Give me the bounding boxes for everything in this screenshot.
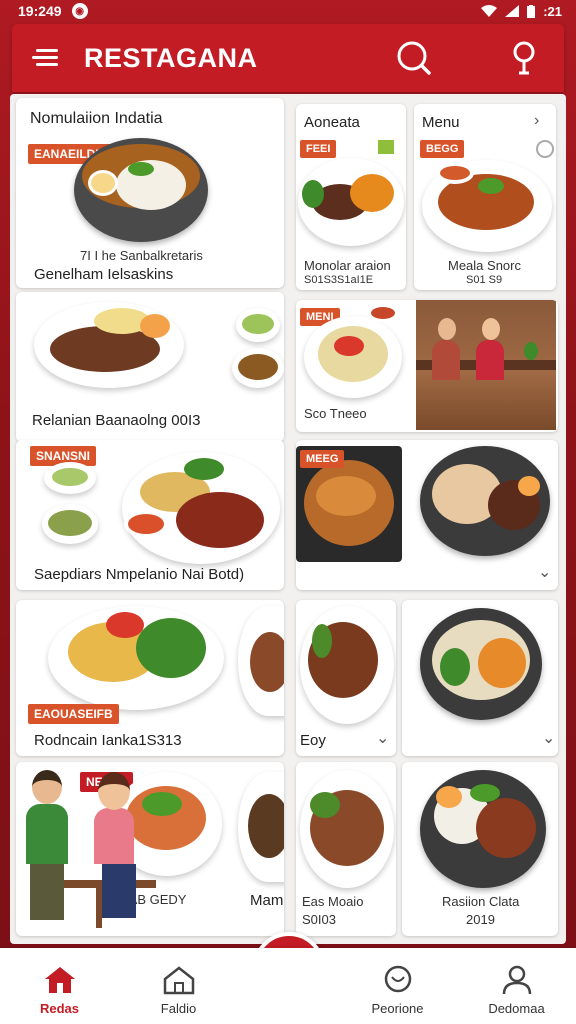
card-line-2: S01 S9 — [466, 274, 503, 286]
tomatoes — [334, 336, 364, 356]
info-icon — [536, 140, 554, 158]
menu-card-3[interactable]: Menu › BEGG Meala Snorc S01 S9 — [414, 104, 556, 290]
tomatoes — [106, 612, 144, 638]
card-line-2: 2019 — [466, 912, 495, 927]
garnish — [478, 178, 504, 194]
card-line-2: Genelham Ielsaskins — [34, 266, 174, 283]
meat-balls — [176, 492, 264, 548]
status-right-text: :21 — [543, 3, 562, 19]
card-tag: BEGG — [420, 140, 465, 158]
card-line-1: Eas Moaio — [302, 894, 364, 909]
card-line-1: Monolar araion — [304, 258, 391, 273]
nav-label: Faldio — [160, 1001, 197, 1016]
sauce-bowl — [124, 510, 168, 538]
chevron-down-icon[interactable]: ⌄ — [376, 728, 389, 748]
carrots — [478, 638, 526, 688]
card-title: Menu — [422, 114, 460, 131]
card-line-2: S0I03 — [302, 912, 336, 927]
diners-photo — [416, 300, 556, 430]
sauce-cup — [368, 304, 398, 322]
status-bar: 19:249 ◉ :21 — [0, 0, 576, 22]
menu-card-9[interactable]: Eoy ⌄ — [296, 600, 396, 756]
card-line-1: Rasiion Clata — [442, 894, 520, 909]
card-line-1: Meala Snorc — [448, 258, 521, 273]
nav-reviews[interactable]: Peorione — [348, 965, 448, 1016]
green-beans — [136, 618, 206, 678]
ribs — [250, 632, 284, 692]
location-pin-icon[interactable] — [504, 38, 544, 78]
nav-label: Redas — [39, 1001, 80, 1016]
nav-explore[interactable]: Faldio — [129, 965, 229, 1016]
person-icon — [502, 965, 531, 995]
chevron-right-icon[interactable]: › — [534, 112, 539, 130]
card-title: Relanian Baanaolng 00I3 — [32, 412, 201, 429]
app-title: RESTAGANA — [84, 42, 258, 73]
card-line-2: S01S3S1aI1E — [304, 274, 374, 286]
greens — [184, 458, 224, 480]
garnish — [470, 784, 500, 802]
nav-profile[interactable]: Dedomaa — [467, 965, 567, 1016]
card-title: Mamo — [250, 892, 284, 909]
chevron-down-icon[interactable]: ⌄ — [542, 728, 555, 748]
card-tag: FEEI — [300, 140, 337, 158]
nav-home[interactable]: Redas — [10, 965, 110, 1016]
card-title: Saepdiars Nmpelanio Nai Botd) — [34, 566, 245, 583]
sauce-bowl — [436, 162, 474, 184]
signal-icon — [505, 5, 520, 17]
greens — [312, 624, 332, 658]
notification-icon: ◉ — [71, 3, 88, 19]
menu-card-13[interactable]: Rasiion Clata 2019 — [402, 762, 558, 936]
menu-card-5[interactable]: MENI Sco Tneeo — [296, 300, 558, 432]
menu-card-2[interactable]: Aoneata FEEI Monolar araion S01S3S1aI1E — [296, 104, 406, 290]
menu-card-8[interactable]: EAOUASEIFB Rodncain Ianka1S313 — [16, 600, 284, 756]
app-bar: RESTAGANA — [12, 24, 564, 92]
egg — [88, 170, 118, 196]
egg — [140, 314, 170, 338]
status-time: 19:249 — [18, 3, 62, 19]
menu-card-7[interactable]: MEEG ⌄ — [296, 440, 558, 590]
egg — [436, 786, 462, 808]
card-title: Nomulaiion Indatia — [30, 110, 163, 127]
tag-icon — [378, 140, 394, 154]
home-icon — [44, 967, 75, 993]
menu-card-4[interactable]: Relanian Baanaolng 00I3 — [16, 292, 284, 442]
house-outline-icon — [163, 966, 194, 995]
menu-card-6[interactable]: SNANSNI Saepdiars Nmpelanio Nai Botd) — [16, 440, 284, 590]
side-food — [248, 794, 284, 858]
green-beans — [440, 648, 470, 686]
card-title: Eoy — [300, 732, 326, 749]
card-title: Aoneata — [304, 114, 360, 131]
card-line-1: 7I I he Sanbalkretaris — [80, 248, 203, 263]
greens — [310, 792, 340, 818]
hamburger-menu-icon[interactable] — [32, 48, 58, 68]
carrots — [350, 174, 394, 212]
card-line-1: Sco Tneeo — [304, 406, 367, 421]
nav-label: Peorione — [371, 1001, 424, 1016]
soup — [48, 510, 92, 536]
menu-card-10[interactable]: ⌄ — [402, 600, 558, 756]
menu-card-1[interactable]: Nomulaiion Indatia EANAEILDNIN 7I I he S… — [16, 98, 284, 288]
side-salad — [242, 314, 274, 334]
bottom-navigation: Redas Faldio Peorione Dedomaa — [0, 948, 576, 1024]
chevron-down-icon[interactable]: ⌄ — [538, 562, 551, 582]
egg — [518, 476, 540, 496]
card-tag: MEEG — [300, 450, 345, 468]
card-tag: EAOUASEIFB — [28, 704, 119, 724]
wifi-icon — [481, 5, 498, 17]
card-title: Rodncain Ianka1S313 — [34, 732, 182, 749]
meat — [476, 798, 536, 858]
diners-illustration — [6, 764, 176, 934]
menu-card-12[interactable]: Eas Moaio S0I03 — [296, 762, 396, 936]
search-icon[interactable] — [394, 38, 434, 78]
greens — [302, 180, 324, 208]
side-sauce — [238, 354, 278, 380]
battery-icon — [527, 4, 536, 18]
content-panel: Nomulaiion Indatia EANAEILDNIN 7I I he S… — [10, 94, 566, 944]
nav-label: Dedomaa — [488, 1001, 545, 1016]
garnish — [128, 162, 154, 176]
chat-bubble-icon — [384, 965, 411, 993]
cucumber — [52, 468, 88, 486]
